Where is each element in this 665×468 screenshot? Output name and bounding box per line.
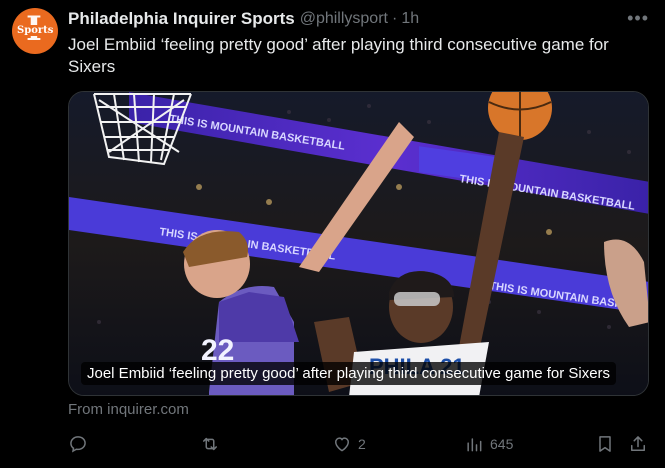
card-image: THIS IS MOUNTAIN BASKETBALL THIS IS MOUN… [69,92,648,395]
avatar[interactable]: I Sports [12,8,58,54]
bookmark-icon [599,436,611,452]
retweet-button[interactable] [200,430,226,458]
views-count: 645 [490,436,514,452]
more-horizontal-icon[interactable]: ••• [627,8,649,29]
share-icon [631,436,645,451]
tweet-text: Joel Embiid ‘feeling pretty good’ after … [68,35,609,76]
heart-icon [335,437,349,452]
analytics-icon [467,438,482,452]
separator-dot: · [391,10,398,27]
timestamp[interactable]: 1h [401,10,419,28]
reply-button[interactable] [68,430,94,458]
author-name[interactable]: Philadelphia Inquirer Sports [68,9,295,29]
card-source[interactable]: From inquirer.com [68,401,189,418]
like-button[interactable]: 2 [332,430,366,458]
bookmark-button[interactable] [595,430,615,458]
like-count: 2 [358,436,366,452]
retweet-icon [203,437,217,451]
author-handle[interactable]: @phillysport [300,10,388,28]
reply-icon [70,436,86,453]
tweet-header: Philadelphia Inquirer Sports @phillyspor… [68,8,651,30]
action-bar: 2 645 [68,430,653,458]
avatar-logo-word: Sports [17,25,54,36]
link-card[interactable]: THIS IS MOUNTAIN BASKETBALL THIS IS MOUN… [68,91,649,396]
card-caption: Joel Embiid ‘feeling pretty good’ after … [81,362,617,385]
views-button[interactable]: 645 [464,430,513,458]
share-button[interactable] [628,430,648,458]
